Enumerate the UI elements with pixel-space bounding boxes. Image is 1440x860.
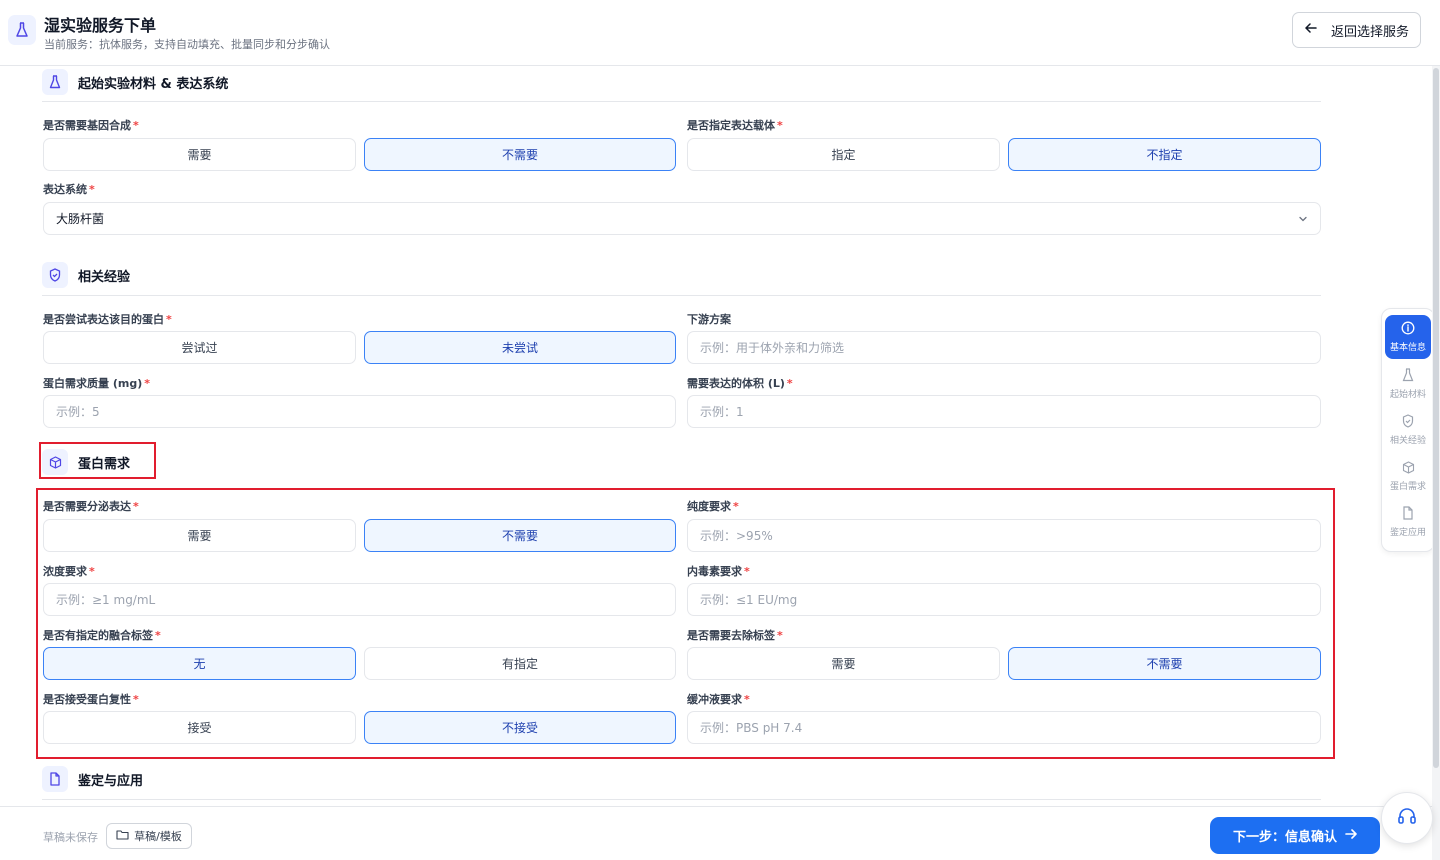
field-label-secretion: 是否需要分泌表达 * xyxy=(43,500,139,513)
endotoxin-input[interactable]: 示例：≤1 EU/mg xyxy=(687,583,1321,616)
section-title: 相关经验 xyxy=(78,269,131,285)
nav-item-label: 鉴定应用 xyxy=(1389,528,1426,538)
shield-icon xyxy=(1402,414,1414,431)
field-label-volume: 需要表达的体积 (L) * xyxy=(687,377,793,390)
next-step-button[interactable]: 下一步：信息确认 xyxy=(1210,817,1380,854)
option-tried-no[interactable]: 未尝试 xyxy=(364,331,676,364)
back-button[interactable]: 返回选择服务 xyxy=(1292,12,1421,48)
field-label-gene-synthesis: 是否需要基因合成 * xyxy=(43,119,139,132)
field-label-endotoxin: 内毒素要求 * xyxy=(687,565,750,578)
option-vector-none[interactable]: 不指定 xyxy=(1008,138,1321,171)
customer-support-button[interactable] xyxy=(1381,792,1433,844)
divider xyxy=(42,101,1321,102)
chevron-down-icon xyxy=(1298,213,1308,227)
nav-item-experience[interactable]: 相关经验 xyxy=(1385,408,1431,452)
field-label-fusion-tag: 是否有指定的融合标签 * xyxy=(43,629,161,642)
mass-input[interactable]: 示例：5 xyxy=(43,395,676,428)
section-nav: 基本信息 起始材料 相关经验 蛋白需求 鉴定应用 xyxy=(1381,308,1435,552)
option-secretion-no[interactable]: 不需要 xyxy=(364,519,676,552)
field-label-mass: 蛋白需求质量 (mg) * xyxy=(43,377,150,390)
page-subtitle: 当前服务：抗体服务，支持自动填充、批量同步和分步确认 xyxy=(44,38,330,51)
draft-status: 草稿未保存 xyxy=(43,831,98,844)
form-area: 起始实验材料 & 表达系统 是否需要基因合成 * 需要 不需要 是否指定表达载体 *… xyxy=(10,66,1412,806)
back-button-label: 返回选择服务 xyxy=(1331,24,1410,40)
field-label-refolding: 是否接受蛋白复性 * xyxy=(43,693,139,706)
option-fusion-tag-none[interactable]: 无 xyxy=(43,647,356,680)
field-label-tried: 是否尝试表达该目的蛋白 * xyxy=(43,313,172,326)
info-icon xyxy=(1401,321,1415,338)
top-bar: 湿实验服务下单 当前服务：抗体服务，支持自动填充、批量同步和分步确认 返回选择服… xyxy=(0,0,1440,66)
document-icon xyxy=(42,766,68,792)
buffer-input[interactable]: 示例：PBS pH 7.4 xyxy=(687,711,1321,744)
headset-icon xyxy=(1396,805,1418,831)
flask-icon xyxy=(42,69,68,95)
option-vector-specify[interactable]: 指定 xyxy=(687,138,1000,171)
field-label-concentration: 浓度要求 * xyxy=(43,565,95,578)
field-label-buffer: 缓冲液要求 * xyxy=(687,693,750,706)
nav-item-materials[interactable]: 起始材料 xyxy=(1385,362,1431,406)
arrow-left-icon xyxy=(1305,22,1317,38)
downstream-input[interactable]: 示例：用于体外亲和力筛选 xyxy=(687,331,1321,364)
shield-icon xyxy=(42,262,68,288)
nav-item-label: 相关经验 xyxy=(1389,436,1426,446)
nav-item-basic-info[interactable]: 基本信息 xyxy=(1385,315,1431,359)
page-title: 湿实验服务下单 xyxy=(44,16,157,35)
field-label-purity: 纯度要求 * xyxy=(687,500,739,513)
field-label-vector: 是否指定表达载体 * xyxy=(687,119,783,132)
arrow-right-icon xyxy=(1345,828,1357,844)
section-title: 鉴定与应用 xyxy=(78,773,144,789)
field-label-expression-system: 表达系统 * xyxy=(43,183,95,196)
document-icon xyxy=(1402,506,1414,523)
option-refolding-accept[interactable]: 接受 xyxy=(43,711,356,744)
draft-template-label: 草稿/模板 xyxy=(134,830,182,843)
flask-icon xyxy=(1402,368,1414,385)
option-gene-synthesis-yes[interactable]: 需要 xyxy=(43,138,356,171)
section-title: 起始实验材料 & 表达系统 xyxy=(78,76,229,92)
nav-item-label: 蛋白需求 xyxy=(1389,481,1426,492)
nav-item-identification[interactable]: 鉴定应用 xyxy=(1385,500,1431,544)
section-header-identification: 鉴定与应用 xyxy=(42,764,143,794)
section-header-experience: 相关经验 xyxy=(42,260,130,290)
option-refolding-reject[interactable]: 不接受 xyxy=(364,711,676,744)
expression-system-value: 大肠杆菌 xyxy=(56,212,105,226)
divider xyxy=(42,799,1321,800)
option-secretion-yes[interactable]: 需要 xyxy=(43,519,356,552)
purity-input[interactable]: 示例：>95% xyxy=(687,519,1321,552)
section-header-materials: 起始实验材料 & 表达系统 xyxy=(42,67,228,97)
expression-system-select[interactable]: 大肠杆菌 xyxy=(43,202,1321,235)
draft-template-button[interactable]: 草稿/模板 xyxy=(106,823,192,849)
nav-item-label: 基本信息 xyxy=(1389,343,1426,353)
volume-input[interactable]: 示例：1 xyxy=(687,395,1321,428)
next-step-label: 下一步：信息确认 xyxy=(1232,830,1337,845)
field-label-tag-removal: 是否需要去除标签 * xyxy=(687,629,783,642)
cube-icon xyxy=(1402,460,1415,477)
option-tag-removal-yes[interactable]: 需要 xyxy=(687,647,1000,680)
footer-bar: 草稿未保存 草稿/模板 下一步：信息确认 xyxy=(0,806,1432,860)
field-label-downstream: 下游方案 xyxy=(687,313,731,326)
flask-icon xyxy=(8,15,36,45)
concentration-input[interactable]: 示例：≥1 mg/mL xyxy=(43,583,676,616)
option-gene-synthesis-no[interactable]: 不需要 xyxy=(364,138,676,171)
nav-item-protein[interactable]: 蛋白需求 xyxy=(1385,454,1431,498)
folder-icon xyxy=(116,829,129,843)
scrollbar-thumb[interactable] xyxy=(1433,68,1439,768)
nav-item-label: 起始材料 xyxy=(1389,390,1426,400)
divider xyxy=(42,295,1321,296)
highlight-box-title xyxy=(39,442,156,479)
option-tag-removal-no[interactable]: 不需要 xyxy=(1008,647,1321,680)
option-tried-yes[interactable]: 尝试过 xyxy=(43,331,356,364)
option-fusion-tag-specified[interactable]: 有指定 xyxy=(364,647,676,680)
